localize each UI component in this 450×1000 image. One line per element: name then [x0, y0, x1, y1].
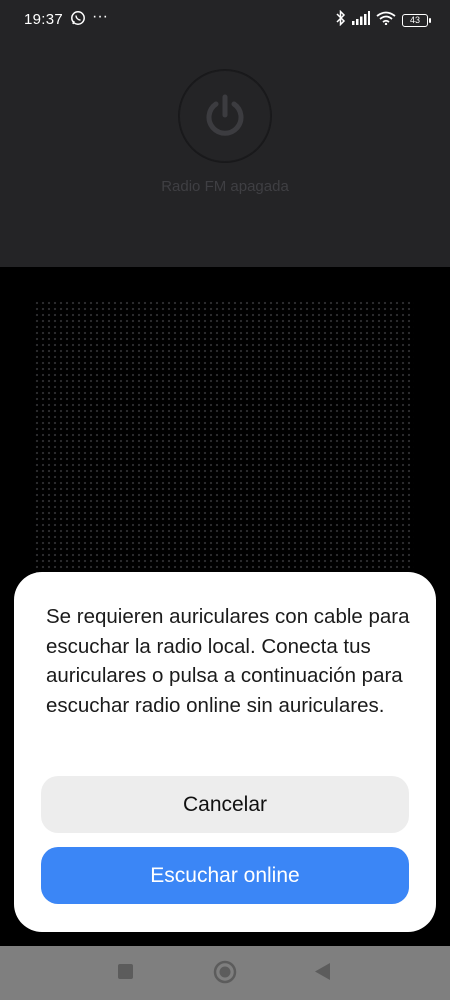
radio-status-text: Radio FM apagada: [161, 178, 289, 195]
system-icons: 43: [336, 9, 431, 30]
listen-online-button[interactable]: Escuchar online: [41, 847, 409, 904]
speaker-grille: [34, 300, 414, 590]
signal-icon: [352, 11, 370, 29]
more-dots-icon: ···: [92, 8, 108, 25]
recents-square-icon[interactable]: [117, 963, 134, 985]
navigation-bar: [0, 946, 450, 1000]
radio-header: Radio FM apagada: [0, 40, 450, 267]
power-button[interactable]: [178, 69, 272, 163]
power-icon: [206, 94, 244, 136]
back-triangle-icon[interactable]: [314, 962, 331, 986]
headphones-required-dialog: Se requieren auriculares con cable para …: [14, 572, 436, 932]
status-bar: 19:37 ··· 43: [0, 0, 450, 40]
battery-icon: 43: [402, 13, 431, 27]
whatsapp-icon: [70, 10, 86, 30]
status-time: 19:37: [24, 11, 64, 28]
wifi-icon: [376, 11, 396, 29]
dialog-message: Se requieren auriculares con cable para …: [46, 605, 410, 717]
cancel-button[interactable]: Cancelar: [41, 776, 409, 833]
bluetooth-icon: [336, 9, 346, 30]
home-circle-icon[interactable]: [213, 960, 237, 989]
